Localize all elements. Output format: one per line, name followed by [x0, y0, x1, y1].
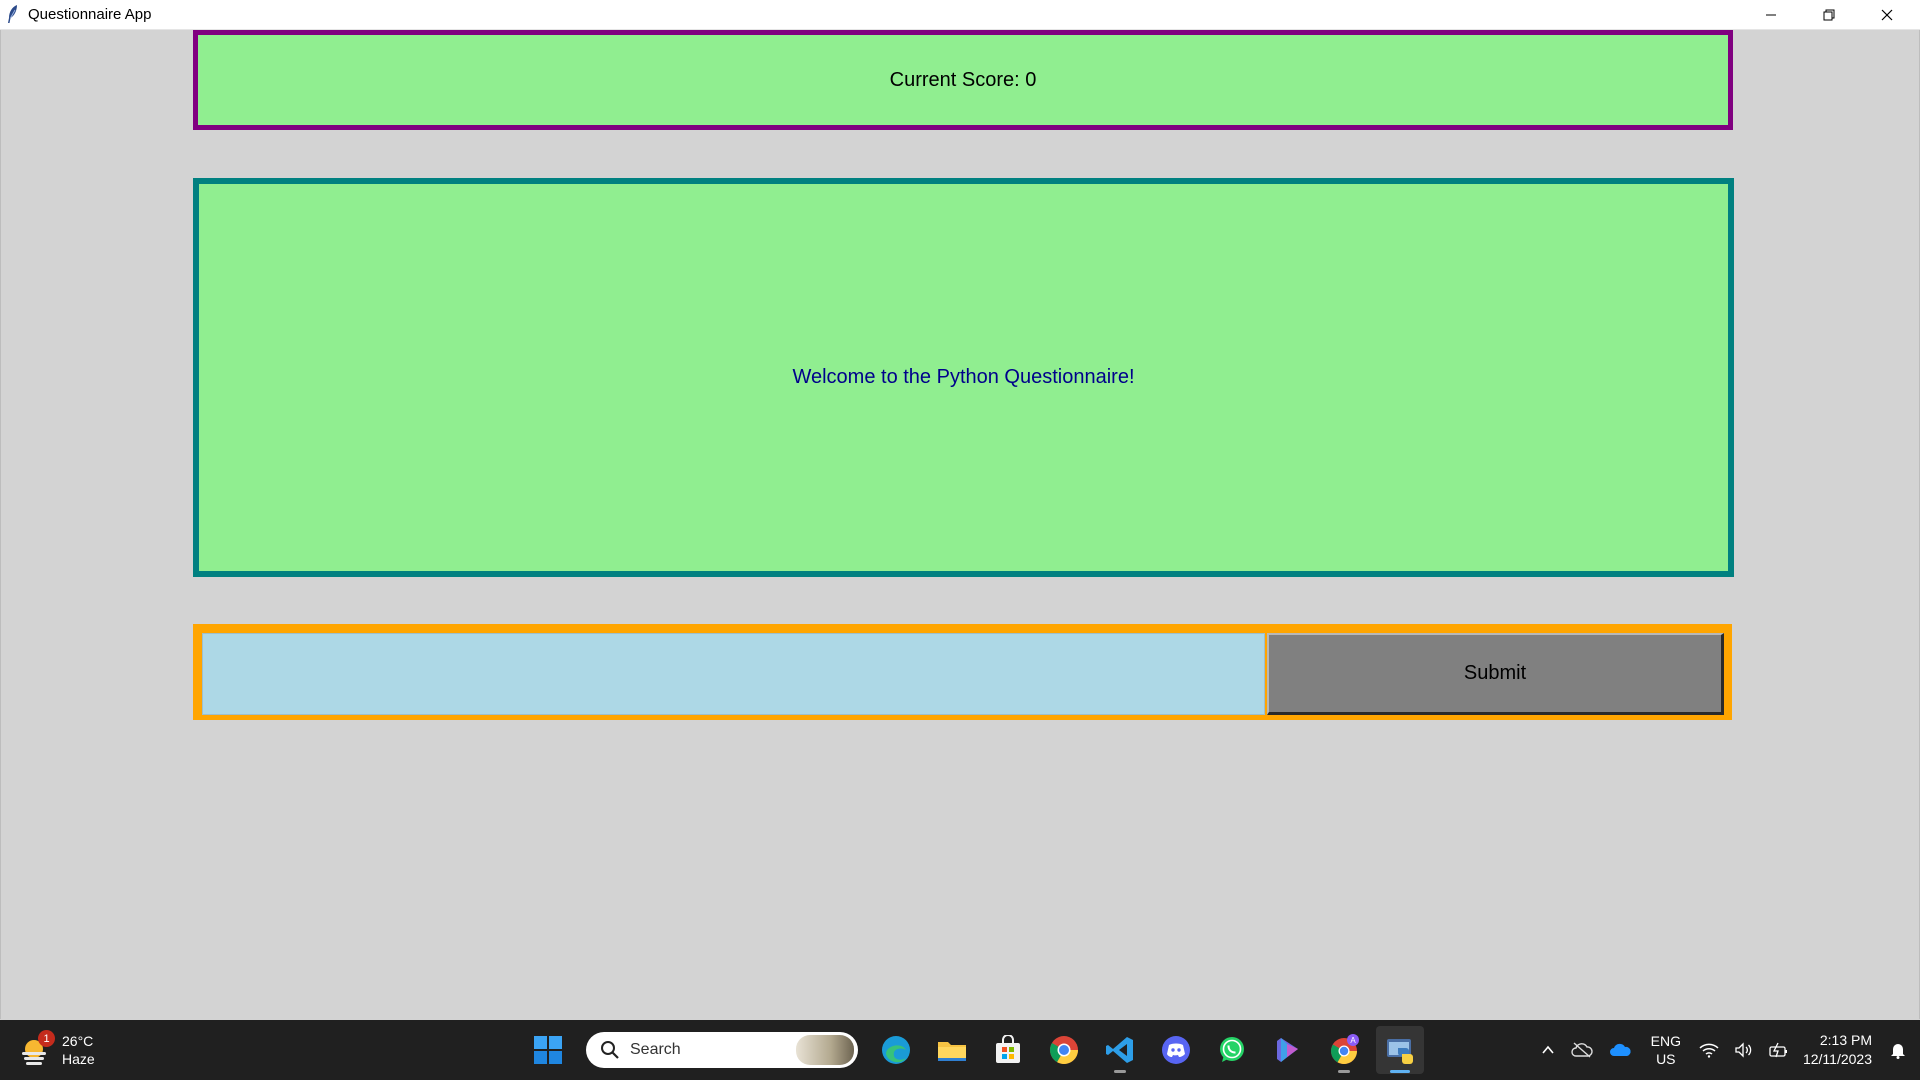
chrome-icon [1050, 1036, 1078, 1064]
restore-button[interactable] [1800, 0, 1858, 29]
tray-battery[interactable] [1769, 1042, 1789, 1058]
window-title: Questionnaire App [28, 6, 152, 23]
copilot-icon [1277, 1038, 1298, 1062]
close-button[interactable] [1858, 0, 1916, 29]
taskbar-search[interactable]: Search [586, 1032, 858, 1068]
taskbar-chrome-profile[interactable]: A [1320, 1026, 1368, 1074]
bell-icon [1891, 1044, 1905, 1059]
language-indicator[interactable]: ENG US [1651, 1032, 1681, 1068]
running-indicator [1114, 1070, 1126, 1073]
keyboard-region: US [1656, 1051, 1676, 1067]
question-panel: Welcome to the Python Questionnaire! [193, 178, 1734, 577]
taskbar-chrome[interactable] [1040, 1026, 1088, 1074]
wifi-icon [1699, 1043, 1719, 1058]
app-client-area: Current Score: 0 Welcome to the Python Q… [0, 30, 1920, 1019]
chevron-up-icon [1542, 1045, 1554, 1054]
minimize-icon [1766, 14, 1776, 15]
score-label: Current Score: 0 [889, 68, 1037, 91]
question-text: Welcome to the Python Questionnaire! [792, 366, 1135, 388]
score-panel: Current Score: 0 [193, 30, 1733, 130]
search-icon [601, 1041, 619, 1059]
notifications-button[interactable] [1890, 1041, 1906, 1059]
taskbar-discord[interactable] [1152, 1026, 1200, 1074]
weather-temperature: 26°C [62, 1033, 94, 1049]
taskbar-vscode[interactable] [1096, 1026, 1144, 1074]
clock-time: 2:13 PM [1819, 1032, 1872, 1048]
tray-network[interactable] [1699, 1042, 1719, 1058]
start-button[interactable] [524, 1026, 572, 1074]
file-explorer-icon [938, 1042, 966, 1061]
minimize-button[interactable] [1742, 0, 1800, 29]
tray-cloud-offline[interactable] [1570, 1042, 1593, 1058]
windows-start-icon [534, 1036, 562, 1064]
submit-button[interactable]: Submit [1267, 633, 1724, 715]
system-tray: ENG US 2:13 PM 12/11/2023 [1533, 1020, 1920, 1080]
tray-onedrive[interactable] [1609, 1042, 1633, 1058]
svg-text:A: A [1350, 1036, 1356, 1045]
answer-frame: Submit [193, 624, 1732, 720]
window-titlebar: Questionnaire App [0, 0, 1920, 30]
haze-weather-icon: 1 [18, 1030, 55, 1068]
speaker-icon [1735, 1042, 1752, 1058]
active-indicator [1390, 1070, 1410, 1073]
search-placeholder: Search [630, 1041, 681, 1058]
chrome-profile-icon: A [1330, 1034, 1359, 1065]
running-indicator [1338, 1070, 1350, 1073]
clock-date: 12/11/2023 [1802, 1051, 1872, 1067]
microsoft-store-icon [996, 1035, 1020, 1063]
taskbar-python-app[interactable] [1376, 1026, 1424, 1074]
onedrive-icon [1609, 1043, 1631, 1056]
search-highlight-image [796, 1035, 854, 1065]
battery-charging-icon [1769, 1042, 1787, 1058]
taskbar-store[interactable] [984, 1026, 1032, 1074]
weather-widget[interactable]: 1 26°C Haze [18, 1028, 95, 1072]
taskbar-edge[interactable] [872, 1026, 920, 1074]
taskbar-file-explorer[interactable] [928, 1026, 976, 1074]
taskbar-copilot[interactable] [1264, 1026, 1312, 1074]
taskbar: 1 26°C Haze Search A ENG US 2:13 PM 12/1… [0, 1020, 1920, 1080]
taskbar-apps: Search A [520, 1026, 1428, 1074]
language-code: ENG [1650, 1033, 1681, 1049]
feather-app-icon [8, 5, 17, 23]
close-icon [1881, 9, 1893, 20]
whatsapp-icon [1220, 1037, 1244, 1062]
taskbar-clock[interactable]: 2:13 PM 12/11/2023 [1803, 1031, 1872, 1069]
cloud-offline-icon [1570, 1042, 1593, 1058]
edge-icon [882, 1036, 910, 1064]
taskbar-whatsapp[interactable] [1208, 1026, 1256, 1074]
answer-input[interactable] [202, 633, 1265, 715]
python-app-icon [1387, 1039, 1413, 1064]
weather-notification-badge: 1 [38, 1030, 55, 1047]
discord-icon [1162, 1036, 1190, 1064]
weather-condition: Haze [62, 1051, 95, 1067]
tray-volume[interactable] [1735, 1042, 1753, 1058]
vscode-icon [1106, 1037, 1133, 1063]
restore-icon [1823, 9, 1835, 20]
show-hidden-icons-button[interactable] [1541, 1043, 1555, 1057]
